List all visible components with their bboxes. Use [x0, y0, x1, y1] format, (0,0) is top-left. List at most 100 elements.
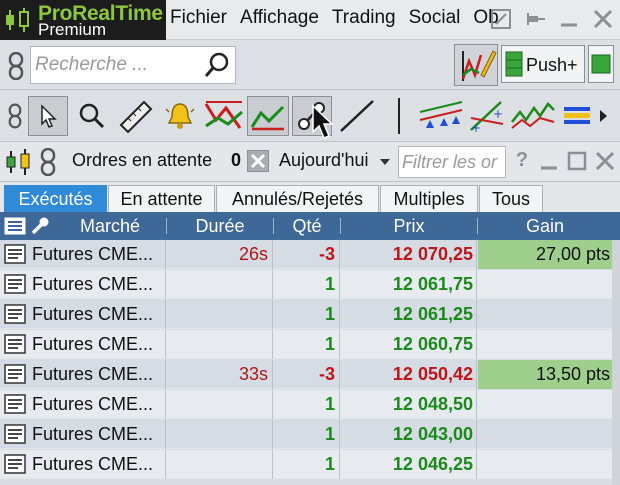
- order-details-icon[interactable]: [4, 244, 26, 264]
- column-header-duration[interactable]: Durée: [167, 216, 273, 237]
- zigzag-pattern-icon: [511, 102, 555, 129]
- straight-line-tool-button[interactable]: [336, 96, 378, 136]
- column-header-market[interactable]: Marché: [60, 216, 160, 237]
- filter-input[interactable]: [402, 150, 505, 174]
- link-icon[interactable]: [8, 102, 22, 130]
- svg-text:+: +: [493, 107, 503, 121]
- cell-market: Futures CME...: [32, 420, 166, 449]
- wrench-icon[interactable]: [30, 216, 50, 236]
- ruler-tool-button[interactable]: [116, 96, 156, 136]
- search-box: [30, 46, 236, 84]
- tab-executes[interactable]: Exécutés: [4, 185, 107, 212]
- green-square-icon: [591, 54, 611, 74]
- push-plus-button[interactable]: Push+: [501, 45, 585, 83]
- pointer-tool-button[interactable]: [28, 96, 68, 136]
- cell-price: 12 061,25: [341, 300, 477, 329]
- window-controls: [488, 6, 616, 32]
- buy-signals-tool-button[interactable]: [418, 96, 464, 136]
- help-button[interactable]: ?: [512, 149, 532, 172]
- color-bands-icon: [564, 107, 590, 124]
- tab-tous[interactable]: Tous: [479, 185, 543, 212]
- menu-social[interactable]: Social: [409, 7, 461, 29]
- column-header-price[interactable]: Prix: [341, 216, 477, 237]
- table-scrollbar[interactable]: [612, 240, 620, 485]
- table-row[interactable]: Futures CME... 1 12 061,25: [0, 300, 620, 329]
- cell-duration: [167, 390, 273, 419]
- period-selected-value: Aujourd'hui: [279, 150, 369, 170]
- order-details-icon[interactable]: [4, 394, 26, 414]
- extra-panel-button[interactable]: [588, 45, 614, 83]
- cell-price: 12 046,25: [341, 450, 477, 479]
- toolbar-separator: [396, 96, 402, 136]
- order-details-icon[interactable]: [4, 454, 26, 474]
- link-icon[interactable]: [40, 148, 56, 176]
- cell-gain: [478, 450, 612, 479]
- menu-fichier[interactable]: Fichier: [170, 7, 227, 29]
- trend-line-icon: [250, 105, 285, 131]
- table-row[interactable]: Futures CME... 1 12 043,00: [0, 420, 620, 449]
- close-icon: [250, 153, 266, 169]
- link-icon[interactable]: [8, 52, 24, 80]
- drawing-tools-button[interactable]: [454, 44, 498, 86]
- order-details-icon[interactable]: [4, 424, 26, 444]
- candlestick-icon: [6, 149, 30, 175]
- order-status-tabs: Exécutés En attente Annulés/Rejetés Mult…: [0, 182, 620, 212]
- table-row[interactable]: Futures CME... 1 12 046,25: [0, 450, 620, 479]
- table-row[interactable]: Futures CME... 26s -3 12 070,25 27,00 pts: [0, 240, 620, 269]
- separator-line: [398, 98, 400, 134]
- search-icon[interactable]: [203, 51, 231, 79]
- ruler-icon: [119, 100, 153, 133]
- tab-annules-rejetes[interactable]: Annulés/Rejetés: [216, 185, 379, 212]
- zoom-tool-button[interactable]: [74, 96, 110, 136]
- menu-affichage[interactable]: Affichage: [240, 7, 319, 29]
- cell-qty: -3: [274, 360, 340, 389]
- bands-tool-button[interactable]: [560, 96, 594, 136]
- orders-table-header: Marché Durée Qté Prix Gain: [0, 212, 620, 240]
- column-header-qty[interactable]: Qté: [274, 216, 340, 237]
- column-header-gain[interactable]: Gain: [478, 216, 612, 237]
- document-icon[interactable]: [4, 217, 26, 235]
- mouse-cursor-icon: [312, 104, 334, 139]
- minimize-window-button[interactable]: [556, 6, 582, 32]
- order-details-icon[interactable]: [4, 364, 26, 384]
- push-icon: [505, 51, 523, 77]
- table-row[interactable]: Futures CME... 1 12 061,75: [0, 270, 620, 299]
- alert-tool-button[interactable]: [160, 96, 200, 136]
- cell-duration: 33s: [167, 360, 273, 389]
- tab-multiples[interactable]: Multiples: [380, 185, 478, 212]
- menu-trading[interactable]: Trading: [332, 7, 396, 29]
- trend-line-button[interactable]: [247, 96, 289, 136]
- cell-market: Futures CME...: [32, 330, 166, 359]
- table-row[interactable]: Futures CME... 1 12 060,75: [0, 330, 620, 359]
- pencil-chart-icon: [461, 50, 497, 81]
- cell-qty: 1: [274, 270, 340, 299]
- drawing-toolbar: + +: [0, 90, 620, 142]
- order-details-icon[interactable]: [4, 304, 26, 324]
- maximize-icon[interactable]: [566, 150, 588, 172]
- order-details-icon[interactable]: [4, 274, 26, 294]
- close-icon[interactable]: [594, 150, 616, 172]
- cell-gain: [478, 420, 612, 449]
- minimize-icon[interactable]: [538, 150, 560, 172]
- pin-window-button[interactable]: [522, 6, 548, 32]
- cell-qty: 1: [274, 420, 340, 449]
- table-row[interactable]: Futures CME... 1 12 048,50: [0, 390, 620, 419]
- period-select[interactable]: Aujourd'hui: [275, 146, 395, 178]
- pattern-tool-button[interactable]: [510, 96, 556, 136]
- clear-orders-button[interactable]: [247, 150, 269, 172]
- order-details-icon[interactable]: [4, 334, 26, 354]
- crossing-lines-icon: ++: [470, 101, 504, 134]
- close-window-button[interactable]: [590, 6, 616, 32]
- cell-duration: [167, 420, 273, 449]
- toolbar-scroll-right-button[interactable]: [596, 96, 610, 136]
- table-row[interactable]: Futures CME... 33s -3 12 050,42 13,50 pts: [0, 360, 620, 389]
- cross-signals-tool-button[interactable]: + +: [466, 96, 508, 136]
- filter-box: [398, 146, 506, 178]
- cell-market: Futures CME...: [32, 240, 166, 269]
- magnifier-icon: [79, 103, 105, 129]
- detach-window-button[interactable]: [488, 6, 514, 32]
- cell-price: 12 060,75: [341, 330, 477, 359]
- tab-en-attente[interactable]: En attente: [108, 185, 215, 212]
- trend-indicator-button[interactable]: [203, 96, 245, 136]
- search-input[interactable]: [35, 53, 205, 77]
